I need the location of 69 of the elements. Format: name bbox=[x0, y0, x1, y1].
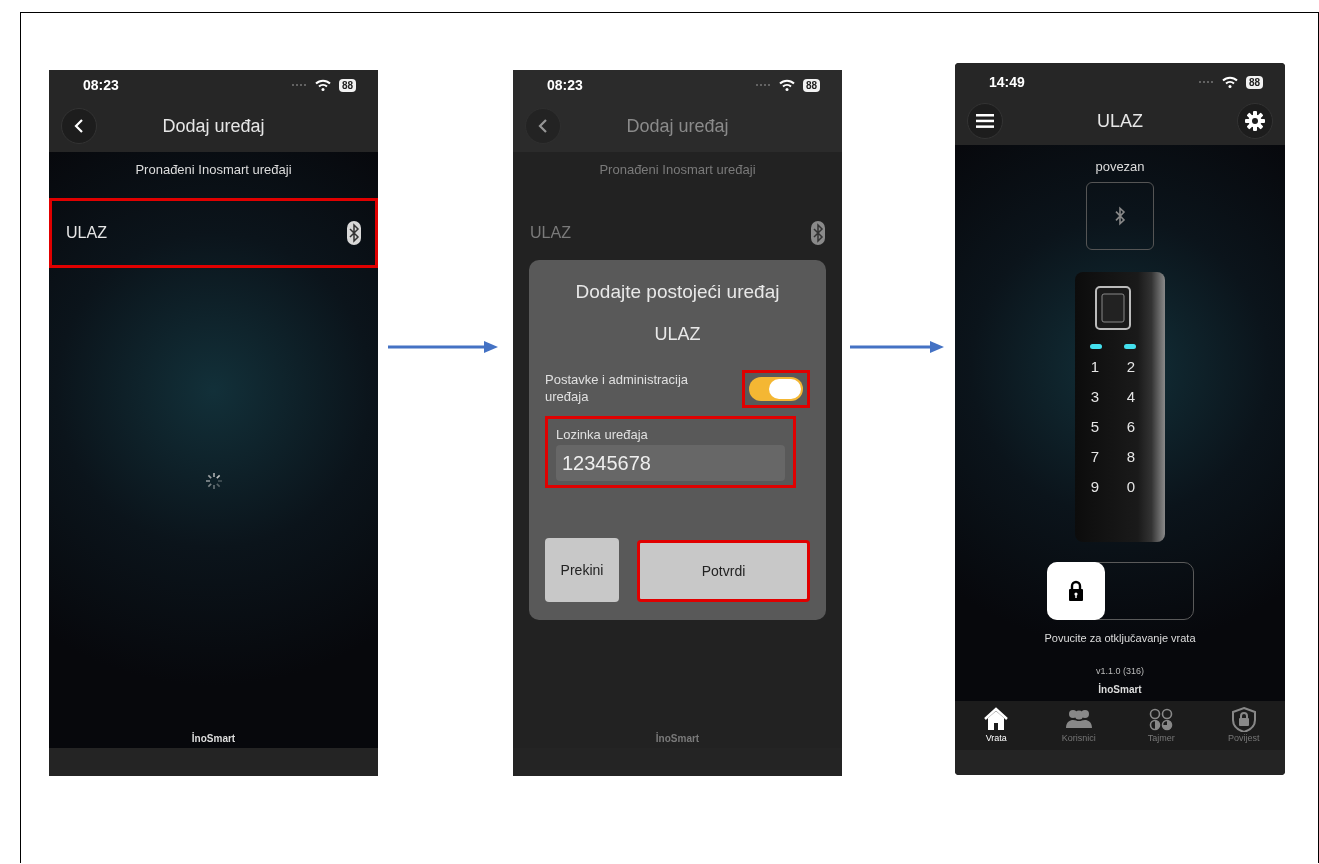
wifi-icon bbox=[314, 79, 331, 91]
menu-icon bbox=[976, 114, 994, 129]
keypad-key: 6 bbox=[1119, 415, 1143, 440]
dialog-title: Dodajte postojeći uređaj bbox=[574, 280, 781, 304]
lock-icon bbox=[1067, 580, 1084, 603]
shield-lock-icon bbox=[1229, 705, 1258, 732]
bluetooth-icon bbox=[811, 220, 825, 245]
screen-title: Dodaj uređaj bbox=[625, 114, 730, 138]
cancel-button[interactable]: Prekini bbox=[545, 538, 619, 602]
status-time: 08:23 bbox=[547, 75, 583, 95]
battery-indicator: 88 bbox=[338, 78, 356, 92]
device-list-item[interactable]: ULAZ bbox=[513, 197, 842, 268]
device-name: ULAZ bbox=[66, 222, 107, 243]
slider-handle[interactable] bbox=[1046, 562, 1105, 621]
arrow-icon bbox=[388, 341, 498, 353]
unlock-slider-track[interactable] bbox=[1046, 562, 1194, 621]
device-list-item[interactable]: ULAZ bbox=[49, 197, 378, 268]
keypad-key: 8 bbox=[1119, 445, 1143, 470]
back-chevron-icon bbox=[73, 118, 85, 134]
status-time: 14:49 bbox=[989, 72, 1025, 92]
back-chevron-icon bbox=[537, 118, 549, 134]
keypad-key: 5 bbox=[1083, 415, 1107, 440]
led-icon bbox=[1124, 344, 1136, 350]
keypad-key: 4 bbox=[1119, 385, 1143, 410]
unlock-hint: Povucite za otključavanje vrata bbox=[1044, 631, 1196, 647]
battery-indicator: 88 bbox=[1245, 75, 1263, 89]
wifi-icon bbox=[778, 79, 795, 91]
arrow-icon bbox=[850, 341, 944, 353]
status-time: 08:23 bbox=[83, 75, 119, 95]
section-heading: Pronađeni Inosmart uređaji bbox=[135, 161, 292, 179]
back-button[interactable] bbox=[61, 108, 97, 144]
keypad-key: 7 bbox=[1083, 445, 1107, 470]
keypad-key: 3 bbox=[1083, 385, 1107, 410]
reader-icon bbox=[1095, 286, 1131, 331]
loading-spinner-icon bbox=[204, 472, 223, 491]
keypad-key: 2 bbox=[1119, 355, 1143, 380]
confirm-button[interactable]: Potvrdi bbox=[637, 540, 810, 602]
screen-title: ULAZ bbox=[1096, 109, 1144, 133]
led-icon bbox=[1090, 344, 1102, 350]
device-name: ULAZ bbox=[530, 222, 571, 243]
bluetooth-icon bbox=[1113, 205, 1127, 228]
wifi-icon bbox=[1221, 76, 1238, 89]
signal-dots-icon bbox=[1197, 80, 1214, 85]
signal-dots-icon bbox=[290, 83, 307, 87]
signal-dots-icon bbox=[754, 83, 771, 87]
password-field[interactable]: 12345678 bbox=[556, 445, 785, 481]
screen-title: Dodaj uređaj bbox=[161, 114, 266, 138]
keypad-key: 0 bbox=[1119, 475, 1143, 500]
settings-icon bbox=[1245, 111, 1265, 132]
device-name: ULAZ bbox=[653, 322, 702, 346]
brand-logo: İnoSmart bbox=[191, 731, 236, 746]
field-label: Lozinka uređaja bbox=[556, 425, 649, 444]
nav-tab[interactable]: Tajmer bbox=[1131, 705, 1192, 746]
version-label: v1.1.0 (316) bbox=[1096, 664, 1144, 678]
battery-indicator: 88 bbox=[802, 78, 820, 92]
keypad-key: 9 bbox=[1083, 475, 1107, 500]
brand-logo: İnoSmart bbox=[655, 731, 700, 746]
nav-tab[interactable]: Vrata bbox=[966, 705, 1027, 746]
nav-tab[interactable]: Povijest bbox=[1213, 705, 1274, 746]
nav-tab[interactable]: Korisnici bbox=[1048, 705, 1109, 746]
toggle-switch[interactable] bbox=[749, 376, 803, 401]
section-heading: Pronađeni Inosmart uređaji bbox=[599, 161, 756, 179]
keypad-key: 1 bbox=[1083, 355, 1107, 380]
brand-logo: İnoSmart bbox=[1098, 682, 1142, 698]
connection-status: povezan bbox=[1095, 157, 1145, 176]
settings-button[interactable] bbox=[1237, 103, 1273, 140]
bluetooth-icon bbox=[347, 220, 361, 245]
menu-button[interactable] bbox=[967, 103, 1003, 140]
toggle-label: Postavke i administracija uređaja bbox=[545, 372, 690, 405]
